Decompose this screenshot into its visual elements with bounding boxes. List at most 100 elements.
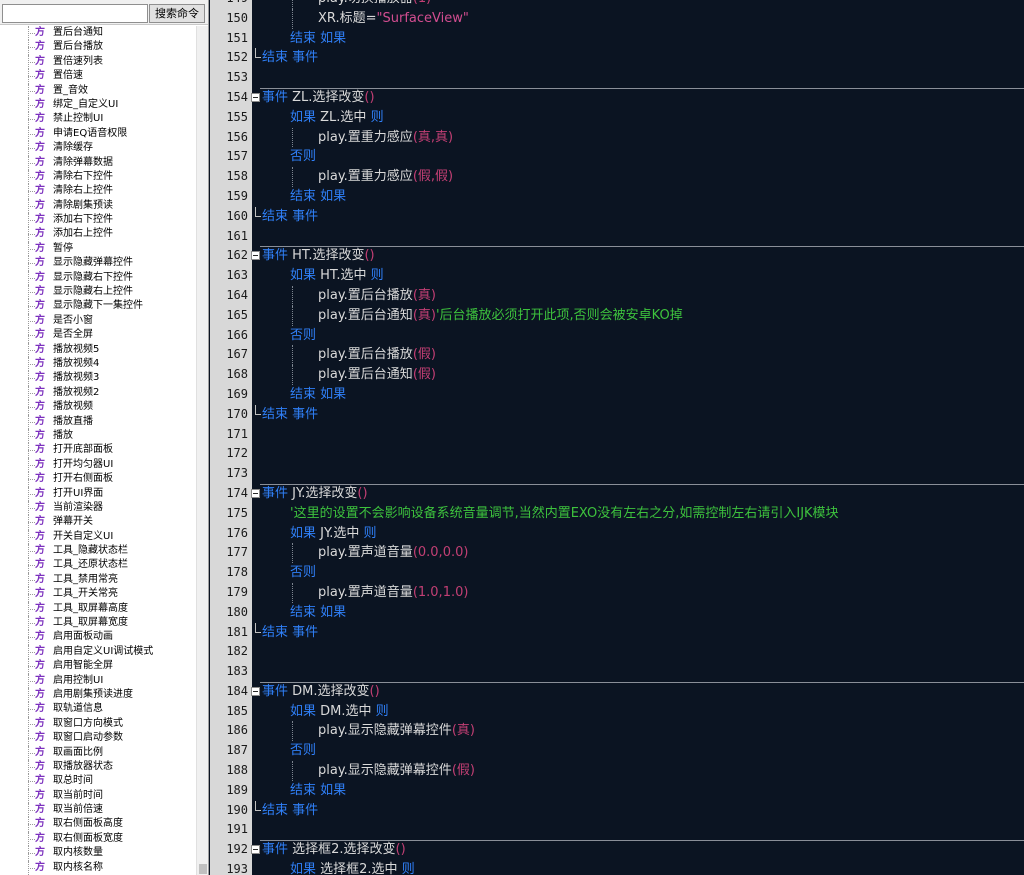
- tree-item[interactable]: 方打开UI界面: [0, 486, 196, 502]
- tree-item[interactable]: 方启用自定义UI调试模式: [0, 644, 196, 660]
- tree-item[interactable]: 方置_音效: [0, 83, 196, 99]
- code-line[interactable]: 174 事件 JY.选择改变(): [226, 483, 1024, 504]
- code-line[interactable]: 193 如果 选择框2.选中 则: [226, 860, 1024, 875]
- tree-item[interactable]: 方取播放器状态: [0, 759, 196, 775]
- fold-toggle-icon[interactable]: [251, 686, 260, 696]
- tree-item[interactable]: 方取窗口启动参数: [0, 731, 196, 746]
- code-line[interactable]: 162 事件 HT.选择改变(): [226, 246, 1024, 266]
- code-line[interactable]: 166 否则: [226, 326, 1024, 346]
- tree-item[interactable]: 方播放视频5: [0, 342, 196, 358]
- tree-item[interactable]: 方取右侧面板宽度: [0, 831, 196, 847]
- search-input[interactable]: [2, 4, 148, 23]
- tree-item[interactable]: 方取总时间: [0, 774, 196, 790]
- tree-item[interactable]: 方工具_还原状态栏: [0, 558, 196, 574]
- tree-item[interactable]: 方置后台通知: [0, 26, 196, 41]
- tree-item[interactable]: 方添加右上控件: [0, 227, 196, 243]
- tree-item[interactable]: 方取画面比例: [0, 745, 196, 761]
- tree-item[interactable]: 方清除剧集预读: [0, 198, 196, 214]
- code-line[interactable]: 157 否则: [226, 147, 1024, 167]
- tree-item[interactable]: 方清除缓存: [0, 141, 196, 156]
- code-editor[interactable]: 149play.切换播放器(1)150XR.标题="SurfaceView"15…: [210, 0, 1024, 875]
- code-line[interactable]: 158 play.置重力感应(假,假): [226, 167, 1024, 187]
- tree-item[interactable]: 方取当前时间: [0, 788, 196, 804]
- tree-item[interactable]: 方申请EQ语音权限: [0, 126, 196, 142]
- code-line[interactable]: 163 如果 HT.选中 则: [226, 266, 1024, 286]
- tree-item[interactable]: 方取窗口方向模式: [0, 716, 196, 732]
- code-line[interactable]: 160 结束 事件: [226, 206, 1024, 227]
- code-line[interactable]: 167 play.置后台播放(假): [226, 345, 1024, 366]
- code-line[interactable]: 168 play.置后台通知(假): [226, 365, 1024, 385]
- tree-item[interactable]: 方工具_取屏幕宽度: [0, 616, 196, 631]
- tree-item[interactable]: 方是否全屏: [0, 328, 196, 343]
- tree-item[interactable]: 方取内核数量: [0, 846, 196, 862]
- tree-item[interactable]: 方显示隐藏弹幕控件: [0, 256, 196, 272]
- code-line[interactable]: 152 结束 事件: [226, 48, 1024, 68]
- tree-item[interactable]: 方置后台播放: [0, 40, 196, 56]
- tree-item[interactable]: 方打开均匀器UI: [0, 457, 196, 473]
- tree-item[interactable]: 方当前渲染器: [0, 500, 196, 516]
- code-line[interactable]: 179 play.置声道音量(1.0,1.0): [226, 582, 1024, 603]
- tree-item[interactable]: 方播放直播: [0, 414, 196, 430]
- tree-item[interactable]: 方清除右上控件: [0, 184, 196, 200]
- tree-item[interactable]: 方播放视频3: [0, 371, 196, 387]
- code-line[interactable]: 171: [226, 425, 1024, 445]
- tree-scrollbar[interactable]: [196, 26, 208, 875]
- fold-toggle-icon[interactable]: [251, 92, 260, 102]
- tree-item[interactable]: 方启用面板动画: [0, 630, 196, 646]
- code-line[interactable]: 184 事件 DM.选择改变(): [226, 681, 1024, 702]
- tree-item[interactable]: 方暂停: [0, 241, 196, 257]
- tree-scrollbar-thumb[interactable]: [199, 864, 207, 874]
- tree-item[interactable]: 方置倍速列表: [0, 54, 196, 70]
- tree-item[interactable]: 方显示隐藏右上控件: [0, 285, 196, 300]
- tree-item[interactable]: 方播放: [0, 428, 196, 444]
- tree-item[interactable]: 方开关自定义UI: [0, 529, 196, 545]
- tree-item[interactable]: 方打开右侧面板: [0, 472, 196, 487]
- tree-item[interactable]: 方启用智能全屏: [0, 659, 196, 674]
- fold-toggle-icon[interactable]: [251, 251, 260, 261]
- tree-item[interactable]: 方启用剧集预读进度: [0, 687, 196, 703]
- tree-item[interactable]: 方清除右下控件: [0, 169, 196, 185]
- code-line[interactable]: 176 如果 JY.选中 则: [226, 524, 1024, 544]
- code-line[interactable]: 191: [226, 820, 1024, 840]
- tree-item[interactable]: 方禁止控制UI: [0, 112, 196, 128]
- tree-item[interactable]: 方播放视频4: [0, 356, 196, 372]
- tree-item[interactable]: 方显示隐藏下一集控件: [0, 299, 196, 315]
- fold-toggle-icon[interactable]: [251, 845, 260, 855]
- code-line[interactable]: 159 结束 如果: [226, 187, 1024, 207]
- code-line[interactable]: 170 结束 事件: [226, 404, 1024, 425]
- tree-item[interactable]: 方取内核名称: [0, 860, 196, 875]
- code-line[interactable]: 187 否则: [226, 741, 1024, 761]
- code-line[interactable]: 185 如果 DM.选中 则: [226, 702, 1024, 722]
- tree-item[interactable]: 方播放视频: [0, 400, 196, 415]
- tree-item[interactable]: 方播放视频2: [0, 385, 196, 401]
- code-area[interactable]: 149play.切换播放器(1)150XR.标题="SurfaceView"15…: [226, 0, 1024, 875]
- code-line[interactable]: 149play.切换播放器(1): [226, 0, 1024, 9]
- code-line[interactable]: 186 play.显示隐藏弹幕控件(真): [226, 721, 1024, 742]
- tree-item[interactable]: 方取当前倍速: [0, 803, 196, 818]
- tree-item[interactable]: 方打开底部面板: [0, 443, 196, 459]
- code-line[interactable]: 155 如果 ZL.选中 则: [226, 108, 1024, 128]
- code-line[interactable]: 154 事件 ZL.选择改变(): [226, 87, 1024, 108]
- fold-toggle-icon[interactable]: [251, 488, 260, 498]
- code-line[interactable]: 178 否则: [226, 563, 1024, 583]
- tree-item[interactable]: 方置倍速: [0, 69, 196, 84]
- code-line[interactable]: 189 结束 如果: [226, 781, 1024, 801]
- code-line[interactable]: 161: [226, 227, 1024, 247]
- tree-item[interactable]: 方工具_隐藏状态栏: [0, 544, 196, 559]
- tree-item[interactable]: 方取轨道信息: [0, 702, 196, 718]
- tree-item[interactable]: 方清除弹幕数据: [0, 155, 196, 171]
- tree-item[interactable]: 方是否小窗: [0, 313, 196, 329]
- code-line[interactable]: 183: [226, 662, 1024, 682]
- code-line[interactable]: 151 结束 如果: [226, 29, 1024, 49]
- code-line[interactable]: 173: [226, 464, 1024, 484]
- code-line[interactable]: 190 结束 事件: [226, 800, 1024, 821]
- code-line[interactable]: 188 play.显示隐藏弹幕控件(假): [226, 761, 1024, 781]
- code-line[interactable]: 182: [226, 642, 1024, 662]
- code-line[interactable]: 172: [226, 444, 1024, 464]
- code-line[interactable]: 175 '这里的设置不会影响设备系统音量调节,当然内置EXO没有左右之分,如需控制…: [226, 504, 1024, 524]
- code-line[interactable]: 153: [226, 68, 1024, 88]
- code-line[interactable]: 180 结束 如果: [226, 603, 1024, 623]
- tree-item[interactable]: 方启用控制UI: [0, 673, 196, 689]
- tree-item[interactable]: 方工具_开关常亮: [0, 587, 196, 603]
- tree-item[interactable]: 方工具_取屏幕高度: [0, 601, 196, 617]
